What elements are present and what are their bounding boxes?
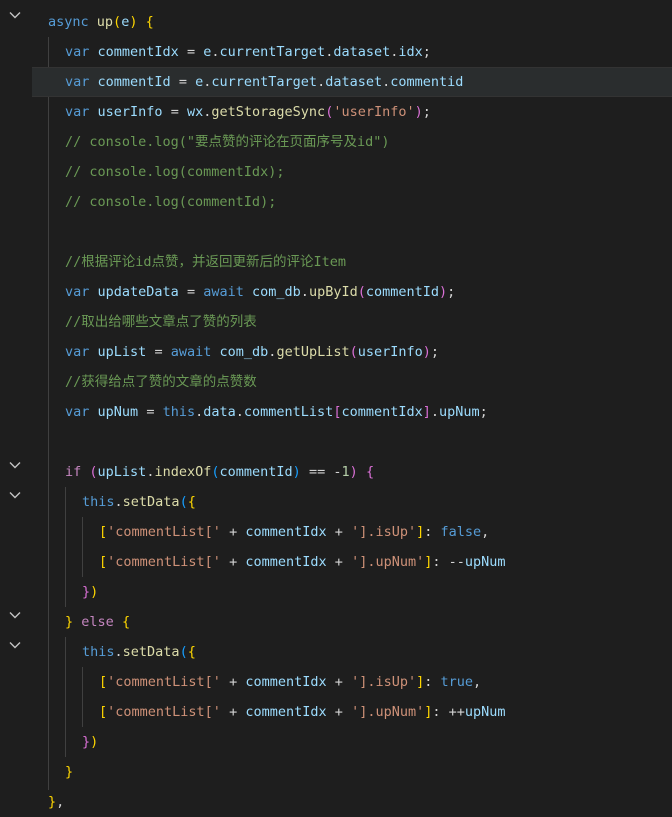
code-line[interactable]: var commentIdx = e.currentTarget.dataset… — [32, 37, 672, 67]
line-text: this.setData({ — [82, 644, 196, 660]
line-text: ['commentList[' + commentIdx + '].upNum'… — [99, 554, 506, 570]
fold-chevron-down-icon[interactable] — [7, 637, 23, 653]
line-text: // console.log(commentIdx); — [65, 164, 285, 180]
line-text: // console.log(commentId); — [65, 194, 277, 210]
code-line[interactable]: } — [32, 757, 672, 787]
code-line[interactable]: this.setData({ — [32, 637, 672, 667]
code-line[interactable]: ['commentList[' + commentIdx + '].isUp']… — [32, 667, 672, 697]
code-line[interactable] — [32, 217, 672, 247]
line-text: //获得给点了赞的文章的点赞数 — [65, 374, 257, 390]
line-text: this.setData({ — [82, 494, 196, 510]
line-text: var commentId = e.currentTarget.dataset.… — [65, 74, 464, 90]
code-line[interactable]: var upNum = this.data.commentList[commen… — [32, 397, 672, 427]
fold-chevron-down-icon[interactable] — [7, 487, 23, 503]
code-line[interactable]: // console.log(commentId); — [32, 187, 672, 217]
code-line[interactable]: }) — [32, 727, 672, 757]
code-editor[interactable]: async up(e) { var commentIdx = e.current… — [32, 0, 672, 813]
line-text: var commentIdx = e.currentTarget.dataset… — [65, 44, 431, 60]
line-text: // console.log("要点赞的评论在页面序号及id") — [65, 134, 390, 150]
code-line[interactable]: async up(e) { — [32, 7, 672, 37]
code-line[interactable]: // console.log("要点赞的评论在页面序号及id") — [32, 127, 672, 157]
code-line[interactable]: ['commentList[' + commentIdx + '].upNum'… — [32, 697, 672, 727]
code-line[interactable]: var updateData = await com_db.upById(com… — [32, 277, 672, 307]
code-line[interactable]: // console.log(commentIdx); — [32, 157, 672, 187]
editor-gutter — [0, 0, 32, 813]
code-line[interactable]: //根据评论id点赞，并返回更新后的评论Item — [32, 247, 672, 277]
code-line-active[interactable]: var commentId = e.currentTarget.dataset.… — [32, 67, 672, 97]
line-text: var upList = await com_db.getUpList(user… — [65, 344, 440, 360]
line-text: }) — [82, 734, 99, 750]
line-text: ['commentList[' + commentIdx + '].isUp']… — [99, 524, 490, 540]
line-text: var updateData = await com_db.upById(com… — [65, 284, 456, 300]
code-line[interactable]: this.setData({ — [32, 487, 672, 517]
line-text: var userInfo = wx.getStorageSync('userIn… — [65, 104, 431, 120]
line-text: //根据评论id点赞，并返回更新后的评论Item — [65, 254, 347, 270]
fold-chevron-down-icon[interactable] — [7, 607, 23, 623]
line-text: }) — [82, 584, 99, 600]
line-text: } else { — [65, 614, 131, 630]
fold-chevron-down-icon[interactable] — [7, 7, 23, 23]
line-text: var upNum = this.data.commentList[commen… — [65, 404, 488, 420]
code-line[interactable]: } else { — [32, 607, 672, 637]
code-line[interactable]: //获得给点了赞的文章的点赞数 — [32, 367, 672, 397]
line-text: } — [65, 764, 74, 780]
code-line[interactable]: }) — [32, 577, 672, 607]
line-text: //取出给哪些文章点了赞的列表 — [65, 314, 257, 330]
line-text: ['commentList[' + commentIdx + '].upNum'… — [99, 704, 506, 720]
line-text: ['commentList[' + commentIdx + '].isUp']… — [99, 674, 482, 690]
code-line[interactable]: if (upList.indexOf(commentId) == -1) { — [32, 457, 672, 487]
code-line[interactable]: var userInfo = wx.getStorageSync('userIn… — [32, 97, 672, 127]
line-text: async up(e) { — [48, 14, 154, 30]
code-line[interactable] — [32, 427, 672, 457]
code-line[interactable]: ['commentList[' + commentIdx + '].isUp']… — [32, 517, 672, 547]
fold-chevron-down-icon[interactable] — [7, 457, 23, 473]
code-line[interactable]: var upList = await com_db.getUpList(user… — [32, 337, 672, 367]
code-line[interactable]: ['commentList[' + commentIdx + '].upNum'… — [32, 547, 672, 577]
line-text: if (upList.indexOf(commentId) == -1) { — [65, 464, 375, 480]
code-line[interactable]: //取出给哪些文章点了赞的列表 — [32, 307, 672, 337]
